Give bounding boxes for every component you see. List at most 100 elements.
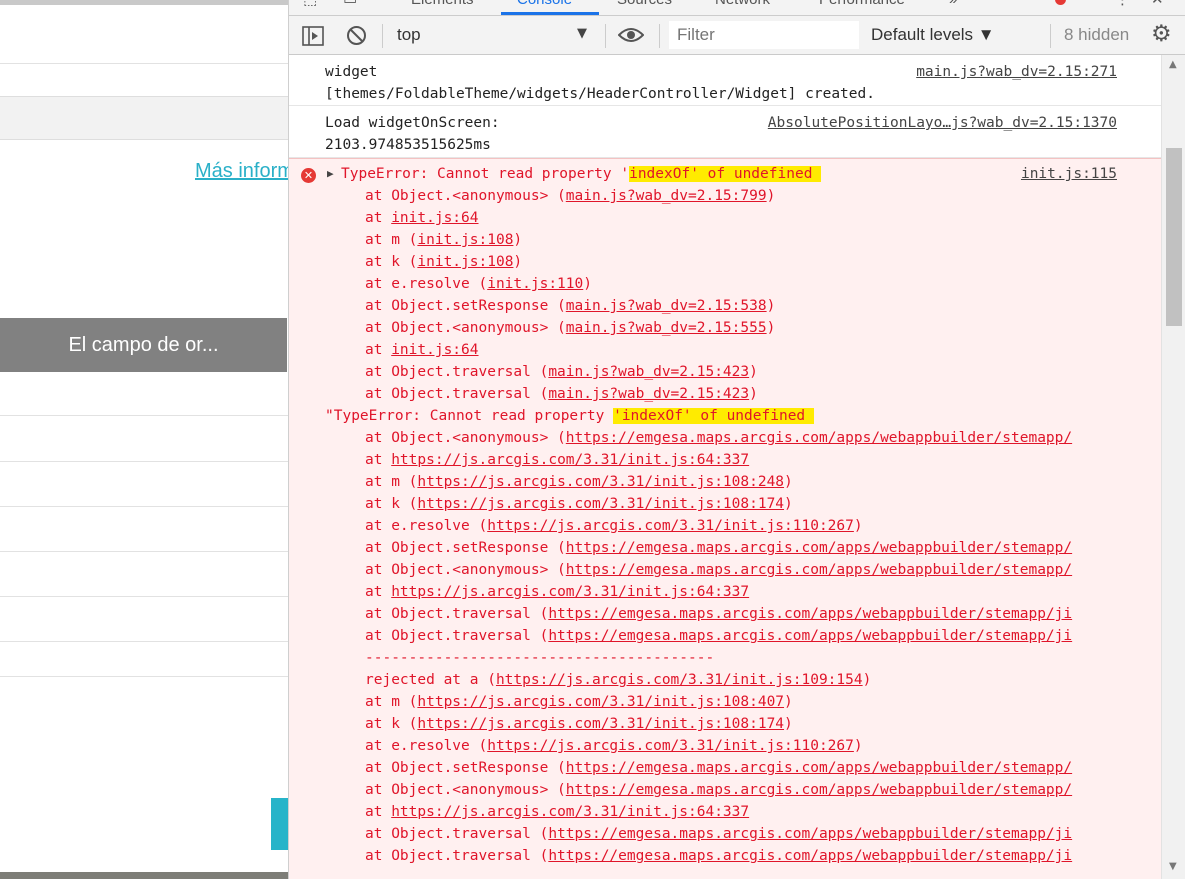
stack-frame: at Object.traversal (main.js?wab_dv=2.15… [365, 383, 758, 405]
inspect-icon[interactable]: ⬚ [303, 0, 317, 8]
stack-frame-link[interactable]: https://js.arcgis.com/3.31/init.js:64:33… [391, 584, 749, 600]
field-button[interactable]: El campo de or... [0, 318, 287, 372]
stack-frame-link[interactable]: https://js.arcgis.com/3.31/init.js:108:1… [417, 496, 784, 512]
stack-frame-link[interactable]: init.js:64 [391, 210, 478, 226]
stack-frame: at m (https://js.arcgis.com/3.31/init.js… [365, 691, 793, 713]
stack-frame-link[interactable]: https://emgesa.maps.arcgis.com/apps/weba… [566, 562, 1072, 578]
stack-frame: at Object.<anonymous> (https://emgesa.ma… [365, 559, 1072, 581]
message-source-link[interactable]: main.js?wab_dv=2.15:271 [916, 61, 1117, 83]
log-levels-dropdown[interactable]: Default levels ▼ [871, 25, 995, 45]
stack-frame-text: at Object.traversal ( [365, 364, 549, 380]
scroll-up-icon[interactable]: ▲ [1169, 59, 1177, 70]
stack-frame-link[interactable]: init.js:110 [487, 276, 583, 292]
filter-input[interactable] [669, 21, 859, 49]
more-options-icon[interactable]: ⋮ [1115, 0, 1130, 8]
settings-gear-icon[interactable]: ⚙ [1151, 21, 1172, 47]
more-tabs-icon[interactable]: » [949, 0, 957, 8]
error-title[interactable]: TypeError: Cannot read property 'indexOf… [341, 163, 822, 185]
close-icon[interactable]: ✕ [1151, 0, 1164, 8]
tab-console[interactable]: Console [517, 0, 572, 8]
stack-frame-link[interactable]: main.js?wab_dv=2.15:423 [548, 386, 749, 402]
stack-frame: at https://js.arcgis.com/3.31/init.js:64… [365, 449, 749, 471]
stack-frame-link[interactable]: https://emgesa.maps.arcgis.com/apps/weba… [548, 826, 1072, 842]
stack-frame-link[interactable]: https://emgesa.maps.arcgis.com/apps/weba… [566, 782, 1072, 798]
stack-frame-link[interactable]: main.js?wab_dv=2.15:423 [548, 364, 749, 380]
stack-frame-link[interactable]: https://emgesa.maps.arcgis.com/apps/weba… [548, 848, 1072, 864]
stack-frame-text: ) [784, 474, 793, 490]
tab-network[interactable]: Network [715, 0, 770, 8]
stack-frame-text: at Object.traversal ( [365, 848, 549, 864]
stack-frame-link[interactable]: https://emgesa.maps.arcgis.com/apps/weba… [548, 606, 1072, 622]
tab-performance[interactable]: Performance [819, 0, 905, 8]
webpage-panel: Más inform El campo de or... [0, 0, 288, 879]
stack-frame: at Object.setResponse (https://emgesa.ma… [365, 757, 1072, 779]
expand-triangle-icon[interactable]: ▶ [327, 167, 334, 180]
stack-frame: at Object.setResponse (main.js?wab_dv=2.… [365, 295, 775, 317]
stack-frame-text: at Object.setResponse ( [365, 760, 566, 776]
console-message: Load widgetOnScreen: 2103.974853515625ms… [289, 106, 1161, 158]
stack-frame-link[interactable]: main.js?wab_dv=2.15:555 [566, 320, 767, 336]
divider [0, 415, 288, 416]
message-source-link[interactable]: AbsolutePositionLayo…js?wab_dv=2.15:1370 [768, 112, 1117, 134]
stack-frame-link[interactable]: https://emgesa.maps.arcgis.com/apps/weba… [566, 430, 1072, 446]
stack-frame-link[interactable]: https://js.arcgis.com/3.31/init.js:108:1… [417, 716, 784, 732]
stack-frame-link[interactable]: https://js.arcgis.com/3.31/init.js:110:2… [487, 518, 854, 534]
context-selector[interactable]: top [397, 25, 421, 45]
stack-frame-text: at m ( [365, 474, 418, 490]
sidebar-toggle-icon[interactable] [302, 26, 324, 46]
device-toolbar-icon[interactable]: ▭ [343, 0, 357, 8]
scroll-down-icon[interactable]: ▼ [1169, 861, 1177, 872]
stack-frame: at init.js:64 [365, 207, 479, 229]
stack-frame: at https://js.arcgis.com/3.31/init.js:64… [365, 581, 749, 603]
stack-frame-text: ) [766, 188, 776, 204]
more-info-link[interactable]: Más inform [195, 160, 288, 183]
scrollbar-thumb[interactable] [1166, 148, 1182, 326]
error-count-icon[interactable] [1055, 0, 1066, 5]
stack-frame-link[interactable]: init.js:108 [417, 254, 513, 270]
stack-frame-text: ) [513, 254, 523, 270]
tab-sources[interactable]: Sources [617, 0, 672, 8]
tab-elements[interactable]: Elements [411, 0, 474, 8]
console-scrollbar[interactable]: ▲ ▼ [1161, 55, 1185, 879]
stack-frame-link[interactable]: main.js?wab_dv=2.15:799 [566, 188, 767, 204]
stack-frame-text: at e.resolve ( [365, 738, 488, 754]
live-expression-eye-icon[interactable] [618, 27, 644, 43]
stack-frame: at init.js:64 [365, 339, 479, 361]
stack-frame-link[interactable]: https://js.arcgis.com/3.31/init.js:64:33… [391, 804, 749, 820]
context-dropdown-icon[interactable]: ▼ [577, 26, 587, 41]
error-source-link[interactable]: init.js:115 [1021, 163, 1117, 185]
stack-frame-text: ) [513, 232, 523, 248]
stack-frame-text: at k ( [365, 254, 418, 270]
stack-frame-link[interactable]: https://js.arcgis.com/3.31/init.js:110:2… [487, 738, 854, 754]
stack-frame-link[interactable]: https://js.arcgis.com/3.31/init.js:108:4… [417, 694, 784, 710]
stack-frame-text: at [365, 210, 392, 226]
stack-frame-link[interactable]: init.js:108 [417, 232, 513, 248]
stack-frame-text: at Object.traversal ( [365, 386, 549, 402]
stack-frame-link[interactable]: https://emgesa.maps.arcgis.com/apps/weba… [566, 760, 1072, 776]
error-highlight: indexOf' of undefined [629, 166, 822, 182]
stack-frame: at Object.<anonymous> (main.js?wab_dv=2.… [365, 185, 775, 207]
message-text: [themes/FoldableTheme/widgets/HeaderCont… [325, 86, 875, 102]
stack-frame: at https://js.arcgis.com/3.31/init.js:64… [365, 801, 749, 823]
console-message: widget [themes/FoldableTheme/widgets/Hea… [289, 55, 1161, 106]
stack-frame-link[interactable]: https://js.arcgis.com/3.31/init.js:109:1… [496, 672, 863, 688]
stack-frame-link[interactable]: https://js.arcgis.com/3.31/init.js:108:2… [417, 474, 784, 490]
stack-frame: at Object.<anonymous> (https://emgesa.ma… [365, 779, 1072, 801]
teal-button[interactable] [271, 798, 288, 850]
stack-frame: at k (init.js:108) [365, 251, 522, 273]
stack-frame-text: ) [583, 276, 592, 292]
stack-frame: at Object.<anonymous> (main.js?wab_dv=2.… [365, 317, 775, 339]
stack-frame-link[interactable]: https://js.arcgis.com/3.31/init.js:64:33… [391, 452, 749, 468]
stack-frame-link[interactable]: https://emgesa.maps.arcgis.com/apps/weba… [566, 540, 1072, 556]
stack-frame: at Object.traversal (main.js?wab_dv=2.15… [365, 361, 758, 383]
stack-frame-text: ) [862, 672, 872, 688]
stack-frame-link[interactable]: https://emgesa.maps.arcgis.com/apps/weba… [548, 628, 1072, 644]
stack-frame-link[interactable]: init.js:64 [391, 342, 478, 358]
stack-frame-text: at Object.<anonymous> ( [365, 782, 566, 798]
clear-console-icon[interactable] [346, 25, 367, 46]
stack-frame-text: ) [766, 320, 776, 336]
error-string-highlight: 'indexOf' of undefined [613, 408, 814, 424]
stack-frame-link[interactable]: main.js?wab_dv=2.15:538 [566, 298, 767, 314]
stack-frame: at Object.traversal (https://emgesa.maps… [365, 625, 1072, 647]
stack-frame-text: at k ( [365, 496, 418, 512]
